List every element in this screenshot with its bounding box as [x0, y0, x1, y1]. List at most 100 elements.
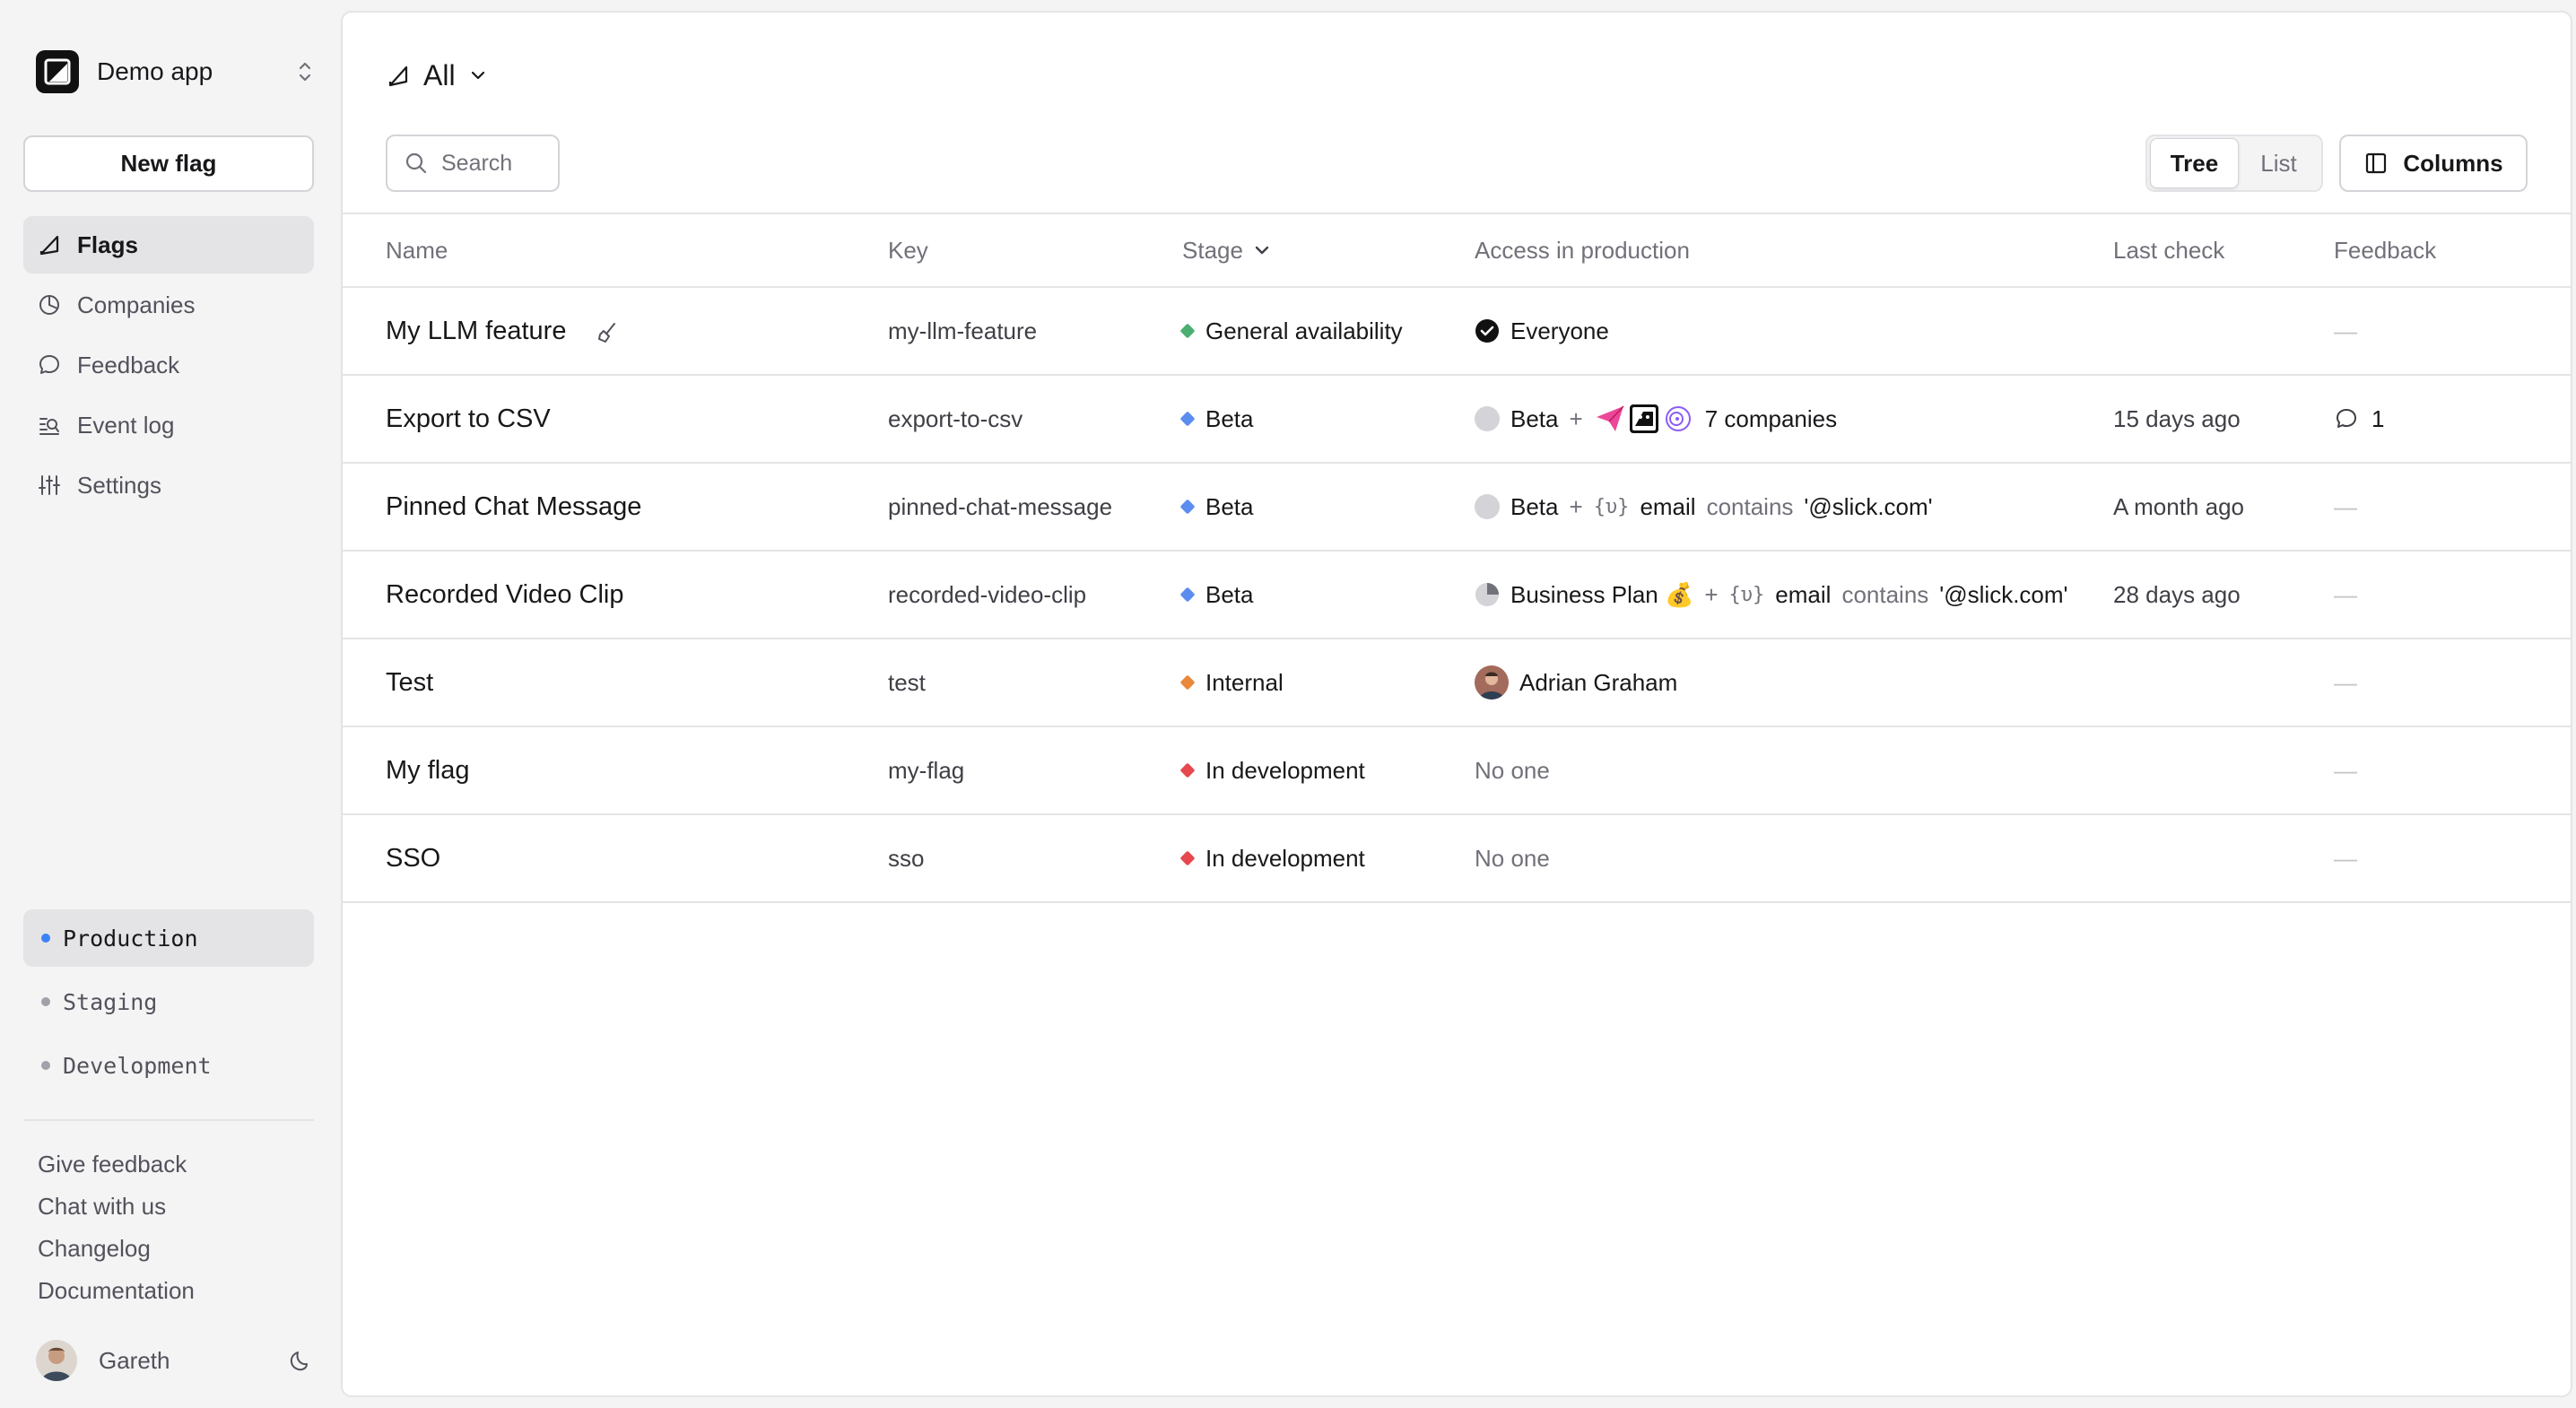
rule-operator: contains [1706, 492, 1794, 520]
chevron-up-down-icon [299, 62, 311, 82]
feedback-count[interactable]: 1 [2334, 404, 2571, 433]
sidebar-item-settings[interactable]: Settings [23, 456, 314, 514]
search-log-icon [39, 418, 59, 435]
env-item-production[interactable]: Production [23, 909, 314, 967]
feedback-empty: — [2334, 756, 2357, 784]
columns-label: Columns [2403, 149, 2503, 177]
table-row[interactable]: Test test Internal Adrian Graham — [343, 639, 2571, 726]
stage-label: In development [1205, 844, 1365, 872]
column-header-last-check[interactable]: Last check [2113, 213, 2334, 287]
stage-diamond-icon [1179, 674, 1196, 691]
moon-icon[interactable] [287, 1347, 314, 1374]
flag-name: SSO [386, 843, 441, 873]
last-check [2113, 726, 2334, 814]
companies-count: 7 companies [1704, 404, 1838, 432]
segment-icon [1475, 494, 1500, 519]
flag-name: Pinned Chat Message [386, 491, 642, 521]
new-flag-button[interactable]: New flag [23, 135, 314, 192]
sidebar-item-label: Flags [77, 230, 138, 258]
sidebar-item-label: Companies [77, 291, 196, 318]
column-header-access[interactable]: Access in production [1475, 213, 2113, 287]
sidebar: Demo app New flag Flags Companies Feedba… [0, 0, 337, 1408]
columns-button[interactable]: Columns [2339, 135, 2528, 192]
sidebar-item-label: Feedback [77, 351, 180, 378]
flag-name: Test [386, 667, 434, 697]
env-dot-icon [41, 934, 50, 943]
stage-diamond-icon [1179, 587, 1196, 603]
tree-view-button[interactable]: Tree [2150, 138, 2239, 188]
list-view-button[interactable]: List [2239, 138, 2319, 188]
chat-bubble-icon [39, 355, 59, 374]
sort-chevron-down-icon [1255, 246, 1269, 255]
paper-plane-logo-icon [1596, 405, 1624, 431]
flag-name: Export to CSV [386, 404, 551, 433]
sidebar-nav: Flags Companies Feedback Event log Setti… [23, 216, 314, 517]
flag-filter-dropdown[interactable]: All [386, 56, 488, 95]
table-row[interactable]: Pinned Chat Message pinned-chat-message … [343, 463, 2571, 551]
env-label: Development [63, 1052, 212, 1079]
rule-value: '@slick.com' [1804, 492, 1933, 520]
column-header-feedback[interactable]: Feedback [2334, 213, 2571, 287]
stage-label: Beta [1205, 580, 1254, 608]
env-label: Staging [63, 988, 158, 1015]
flag-key: export-to-csv [888, 404, 1023, 432]
sidebar-divider [23, 1119, 314, 1121]
flag-key: my-llm-feature [888, 317, 1038, 344]
company-logos [1594, 403, 1694, 435]
app-logo-icon [36, 50, 79, 93]
table-row[interactable]: My flag my-flag In development No one — [343, 726, 2571, 814]
table-row[interactable]: Export to CSV export-to-csv Beta Beta + [343, 375, 2571, 463]
documentation-link[interactable]: Documentation [38, 1270, 195, 1312]
table-row[interactable]: Recorded Video Clip recorded-video-clip … [343, 551, 2571, 639]
env-label: Production [63, 925, 198, 952]
last-check [2113, 814, 2334, 902]
sidebar-item-companies[interactable]: Companies [23, 276, 314, 334]
sidebar-item-flags[interactable]: Flags [23, 216, 314, 274]
sidebar-item-event-log[interactable]: Event log [23, 396, 314, 454]
give-feedback-link[interactable]: Give feedback [38, 1143, 195, 1186]
column-header-name[interactable]: Name [343, 213, 888, 287]
sidebar-item-feedback[interactable]: Feedback [23, 336, 314, 394]
stage-diamond-icon [1179, 499, 1196, 515]
stage-diamond-icon [1179, 411, 1196, 427]
user-menu[interactable]: Gareth [36, 1339, 314, 1382]
stage-label: In development [1205, 756, 1365, 784]
feedback-count-value: 1 [2371, 404, 2385, 432]
env-item-staging[interactable]: Staging [23, 973, 314, 1030]
feedback-empty: — [2334, 580, 2357, 608]
last-check: A month ago [2113, 492, 2244, 520]
main-panel: All Tree List Columns Name Key Stage Ac [341, 11, 2572, 1397]
last-check [2113, 287, 2334, 375]
stage-diamond-icon [1179, 850, 1196, 866]
feedback-empty: — [2334, 492, 2357, 520]
spiral-logo-icon [1665, 406, 1691, 431]
last-check [2113, 639, 2334, 726]
rule-operator: contains [1841, 580, 1929, 608]
table-row[interactable]: SSO sso In development No one — [343, 814, 2571, 902]
table-row[interactable]: My LLM feature my-llm-feature General av… [343, 287, 2571, 375]
app-switcher[interactable]: Demo app [36, 49, 314, 94]
flag-key: pinned-chat-message [888, 492, 1113, 520]
partial-pie-icon [1475, 583, 1499, 606]
flag-name: My LLM feature [386, 316, 567, 345]
flag-key: recorded-video-clip [888, 580, 1087, 608]
changelog-link[interactable]: Changelog [38, 1228, 195, 1270]
flag-icon [39, 235, 59, 256]
column-header-stage[interactable]: Stage [1182, 213, 1475, 287]
variable-icon: {υ} [1593, 495, 1630, 518]
search-input[interactable] [441, 150, 549, 177]
env-item-development[interactable]: Development [23, 1037, 314, 1094]
avatar [36, 1340, 77, 1381]
feedback-empty: — [2334, 317, 2357, 344]
sidebar-item-label: Settings [77, 471, 161, 499]
flag-key: test [888, 668, 926, 696]
column-header-key[interactable]: Key [888, 213, 1182, 287]
last-check: 28 days ago [2113, 580, 2241, 608]
stage-label: Beta [1205, 492, 1254, 520]
sliders-icon [39, 475, 60, 495]
flags-table: Name Key Stage Access in production Last… [343, 213, 2571, 903]
chat-with-us-link[interactable]: Chat with us [38, 1186, 195, 1228]
search-box [386, 135, 560, 192]
segment-icon [1475, 406, 1500, 431]
face-logo-icon [1629, 404, 1658, 433]
